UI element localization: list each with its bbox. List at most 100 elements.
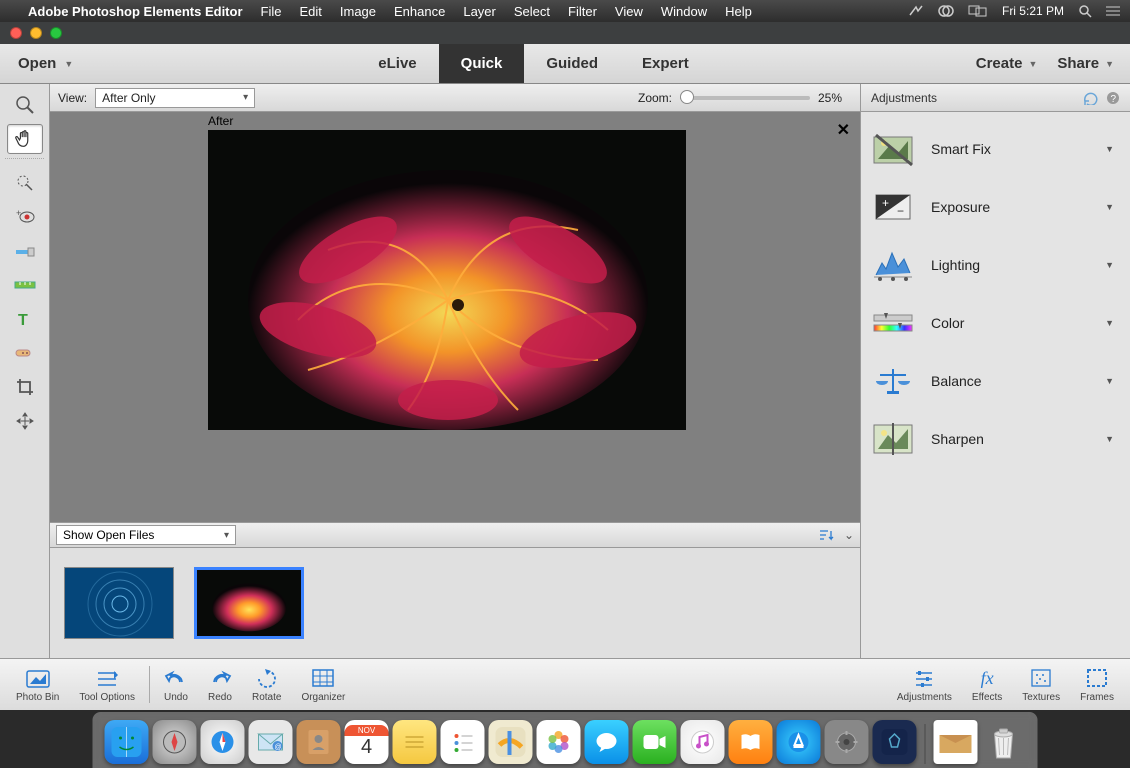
adjust-exposure[interactable]: +− Exposure▼ (865, 178, 1126, 236)
bin-sort-icon[interactable] (818, 529, 834, 541)
smart-fix-icon (871, 128, 915, 170)
tool-column: + T (0, 84, 50, 658)
menu-window[interactable]: Window (661, 4, 707, 19)
tab-expert[interactable]: Expert (620, 44, 711, 83)
zoom-slider-thumb[interactable] (680, 90, 694, 104)
dock-calendar[interactable]: NOV4 (345, 720, 389, 764)
adjustments-button[interactable]: Adjustments (887, 666, 962, 703)
adjust-sharpen[interactable]: Sharpen▼ (865, 410, 1126, 468)
redeye-tool[interactable]: + (7, 202, 43, 232)
share-menu-button[interactable]: Share▼ (1057, 55, 1114, 72)
chevron-down-icon: ▼ (64, 59, 73, 69)
dock-pse[interactable] (873, 720, 917, 764)
dock-notes[interactable] (393, 720, 437, 764)
notification-center-icon[interactable] (1106, 5, 1120, 17)
open-menu-button[interactable]: Open ▼ (0, 55, 91, 72)
adjust-smart-fix[interactable]: Smart Fix▼ (865, 120, 1126, 178)
bin-thumbnail-1[interactable] (64, 567, 174, 639)
organizer-button[interactable]: Organizer (291, 666, 355, 703)
photo-bin-button[interactable]: Photo Bin (6, 666, 69, 703)
type-tool[interactable]: T (7, 304, 43, 334)
dock-facetime[interactable] (633, 720, 677, 764)
close-document-button[interactable]: ✕ (837, 120, 850, 140)
bin-filter-dropdown[interactable]: Show Open Files (56, 525, 236, 545)
menu-help[interactable]: Help (725, 4, 752, 19)
behance-icon[interactable] (908, 5, 924, 17)
clock[interactable]: Fri 5:21 PM (1002, 4, 1064, 18)
dock-downloads[interactable] (934, 720, 978, 764)
after-label: After (208, 114, 233, 128)
effects-icon: fx (981, 666, 994, 690)
quick-select-tool[interactable] (7, 168, 43, 198)
spotlight-icon[interactable] (1078, 4, 1092, 18)
dock-messages[interactable] (585, 720, 629, 764)
dock-reminders[interactable] (441, 720, 485, 764)
display-mirror-icon[interactable] (968, 4, 988, 18)
adjust-lighting[interactable]: Lighting▼ (865, 236, 1126, 294)
adjustments-title: Adjustments (871, 91, 937, 105)
dock-ibooks[interactable] (729, 720, 773, 764)
menu-layer[interactable]: Layer (463, 4, 496, 19)
redo-button[interactable]: Redo (198, 666, 242, 703)
tool-options-icon (94, 666, 120, 690)
textures-button[interactable]: Textures (1012, 666, 1070, 703)
menu-view[interactable]: View (615, 4, 643, 19)
dock-safari[interactable] (201, 720, 245, 764)
dock-finder[interactable] (105, 720, 149, 764)
menu-filter[interactable]: Filter (568, 4, 597, 19)
window-zoom-button[interactable] (50, 27, 62, 39)
window-minimize-button[interactable] (30, 27, 42, 39)
spot-heal-tool[interactable] (7, 338, 43, 368)
bin-thumbnail-2[interactable] (194, 567, 304, 639)
menu-select[interactable]: Select (514, 4, 550, 19)
app-menu[interactable]: Adobe Photoshop Elements Editor (28, 4, 243, 19)
photo-bin-bar: Show Open Files ⌄ (50, 522, 860, 548)
window-close-button[interactable] (10, 27, 22, 39)
canvas-options-bar: View: After Only Zoom: 25% (50, 84, 860, 112)
dock-photos[interactable] (537, 720, 581, 764)
color-icon (871, 302, 915, 344)
tab-quick[interactable]: Quick (439, 44, 525, 83)
view-mode-dropdown[interactable]: After Only (95, 88, 255, 108)
effects-button[interactable]: fxEffects (962, 666, 1012, 703)
adjustments-header: Adjustments ? (861, 84, 1130, 112)
cc-icon[interactable] (938, 4, 954, 18)
balance-icon (871, 360, 915, 402)
dock-contacts[interactable] (297, 720, 341, 764)
undo-button[interactable]: Undo (154, 666, 198, 703)
frames-icon (1086, 666, 1108, 690)
menu-edit[interactable]: Edit (299, 4, 321, 19)
rotate-button[interactable]: Rotate (242, 666, 291, 703)
whiten-tool[interactable] (7, 236, 43, 266)
create-menu-button[interactable]: Create▼ (976, 55, 1038, 72)
tab-elive[interactable]: eLive (356, 44, 438, 83)
svg-text:+: + (882, 196, 889, 210)
zoom-slider[interactable] (680, 96, 810, 100)
bin-collapse-icon[interactable]: ⌄ (844, 528, 854, 542)
dock-preferences[interactable] (825, 720, 869, 764)
move-tool[interactable] (7, 406, 43, 436)
menu-enhance[interactable]: Enhance (394, 4, 445, 19)
zoom-tool[interactable] (7, 90, 43, 120)
adjust-color[interactable]: Color▼ (865, 294, 1126, 352)
menu-file[interactable]: File (261, 4, 282, 19)
dock-maps[interactable] (489, 720, 533, 764)
adjust-balance[interactable]: Balance▼ (865, 352, 1126, 410)
straighten-tool[interactable] (7, 270, 43, 300)
reset-icon[interactable] (1082, 91, 1098, 105)
help-icon[interactable]: ? (1106, 91, 1120, 105)
dock-itunes[interactable] (681, 720, 725, 764)
dock-appstore[interactable] (777, 720, 821, 764)
document-image[interactable] (208, 130, 686, 430)
dock-trash[interactable] (982, 720, 1026, 764)
dock-mail[interactable]: @ (249, 720, 293, 764)
redo-icon (208, 666, 232, 690)
frames-button[interactable]: Frames (1070, 666, 1124, 703)
rotate-icon (255, 666, 279, 690)
crop-tool[interactable] (7, 372, 43, 402)
tab-guided[interactable]: Guided (524, 44, 620, 83)
menu-image[interactable]: Image (340, 4, 376, 19)
tool-options-button[interactable]: Tool Options (69, 666, 150, 703)
hand-tool[interactable] (7, 124, 43, 154)
dock-launchpad[interactable] (153, 720, 197, 764)
